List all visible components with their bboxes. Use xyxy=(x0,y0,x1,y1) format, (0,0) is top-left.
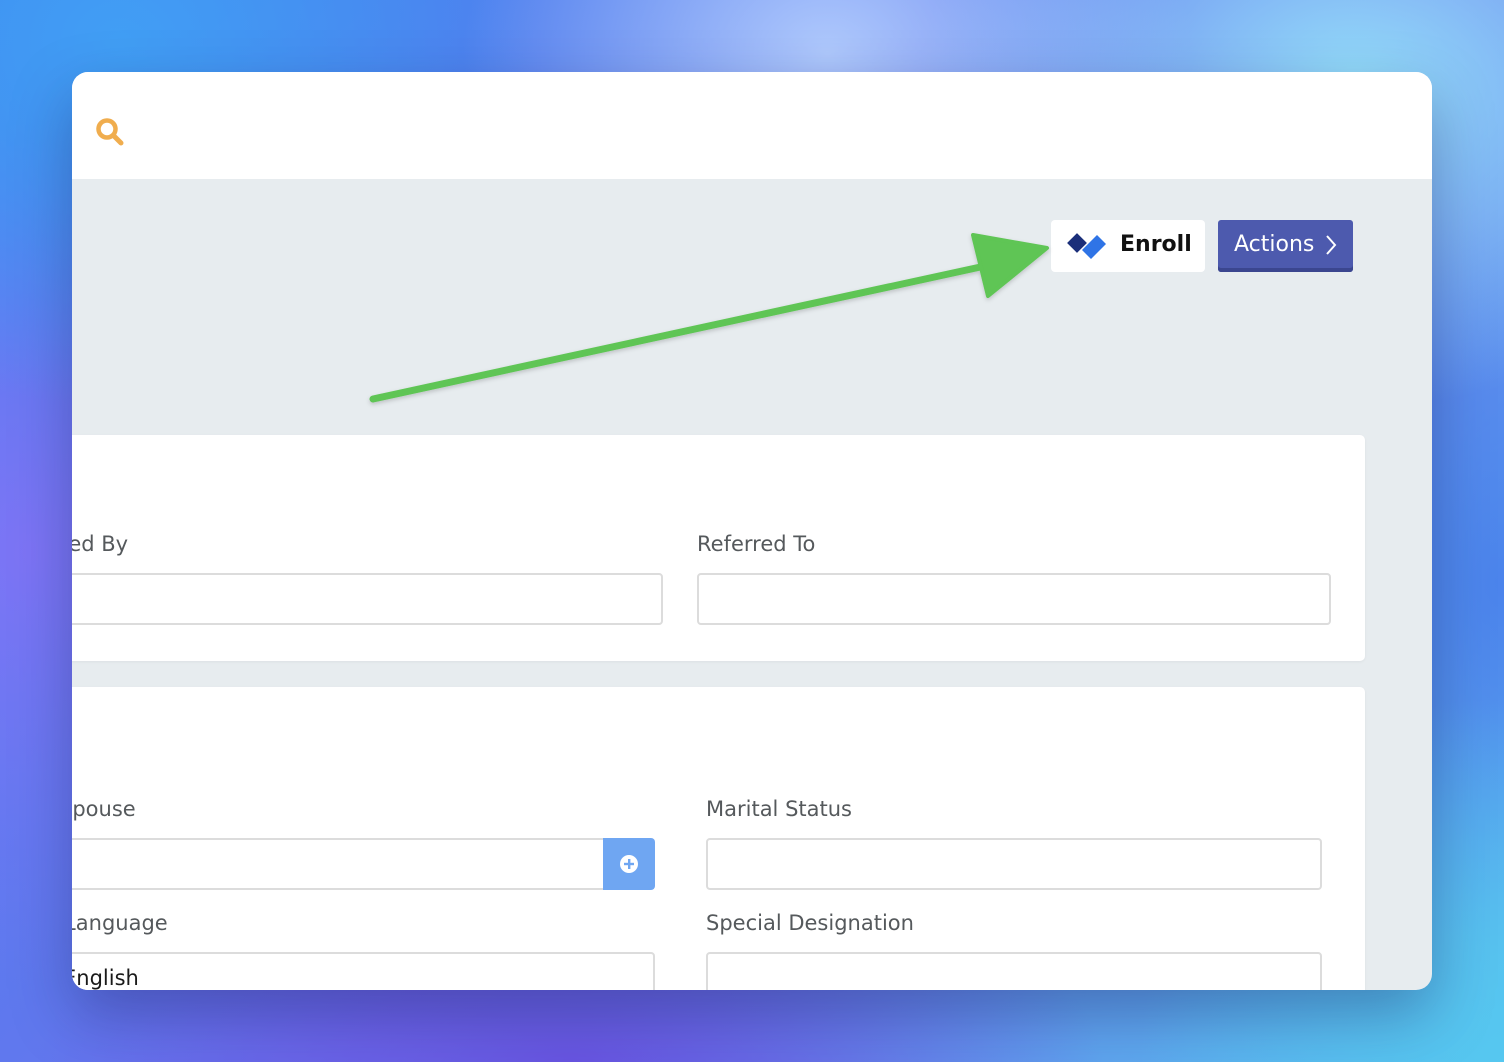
search-icon[interactable] xyxy=(94,116,126,148)
app-window: Enroll Actions Referred By Referred To xyxy=(72,72,1432,990)
actions-label: Actions xyxy=(1234,232,1315,257)
marital-status-label: Marital Status xyxy=(706,797,852,821)
referred-to-input[interactable] xyxy=(697,573,1331,625)
marital-status-input[interactable] xyxy=(706,838,1322,890)
referral-card: Referred By Referred To xyxy=(72,435,1365,661)
special-designation-label: Special Designation xyxy=(706,911,914,935)
referred-by-label: Referred By xyxy=(72,532,129,556)
spouse-input[interactable] xyxy=(72,838,606,890)
referred-by-input[interactable] xyxy=(72,573,663,625)
preferred-language-select[interactable]: English xyxy=(72,952,655,990)
personal-info-card: Spouse Marital Status Preferred Language… xyxy=(72,687,1365,990)
enroll-label: Enroll xyxy=(1120,232,1192,257)
add-spouse-button[interactable] xyxy=(603,838,655,890)
special-designation-input[interactable] xyxy=(706,952,1322,990)
enroll-logo-icon xyxy=(1066,228,1114,264)
referred-to-label: Referred To xyxy=(697,532,816,556)
plus-circle-icon xyxy=(619,854,639,874)
preferred-language-value: English xyxy=(72,966,139,990)
enroll-button[interactable]: Enroll xyxy=(1051,220,1205,272)
chevron-right-icon xyxy=(1324,234,1338,256)
preferred-language-label: Preferred Language xyxy=(72,911,168,935)
top-bar xyxy=(72,72,1432,179)
spouse-label: Spouse xyxy=(72,797,136,821)
actions-button[interactable]: Actions xyxy=(1218,220,1353,272)
